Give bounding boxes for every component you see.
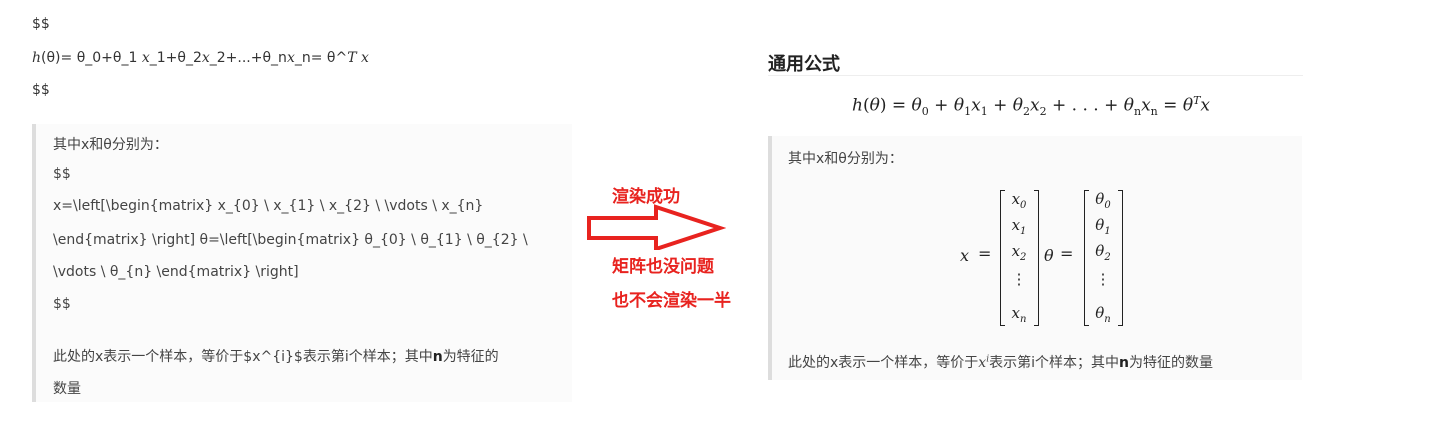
raw-quote-delim-close: $$ [53, 296, 71, 312]
raw-h-var: h [32, 50, 42, 66]
formula-theta: θ [911, 95, 922, 116]
raw-formula-seg: _n= θ^ [294, 50, 348, 66]
rendered-desc-text: 此处的x表示一个样本，等价于 [788, 355, 979, 371]
x-matrix-right-bracket [1034, 190, 1039, 326]
theta-matrix-entry: θn [1095, 304, 1111, 325]
raw-quote-intro: 其中x和θ分别为： [53, 137, 168, 153]
annotation-matrix-ok: 矩阵也没问题 [612, 257, 714, 277]
formula-plus: + [987, 95, 1013, 116]
theta-matrix-entry: θ1 [1095, 216, 1111, 237]
raw-markdown-pane: $$ h(θ)= θ_0+θ_1 x_1+θ_2x_2+...+θ_nx_n= … [0, 0, 575, 422]
raw-quote-delim-open: $$ [53, 166, 71, 182]
formula-sub: 2 [1039, 105, 1047, 119]
matrix-theta-label: θ [1044, 246, 1054, 265]
formula-x: x [1141, 95, 1151, 116]
formula-h: h [852, 95, 863, 116]
section-title: 通用公式 [768, 54, 840, 75]
raw-math-delimiter-close: $$ [32, 82, 50, 98]
raw-desc-text: 此处的x表示一个样本，等价于$x^{i}$表示第i个样本；其中 [53, 349, 433, 365]
theta-matrix-right-bracket [1118, 190, 1123, 326]
formula-plus: + [928, 95, 954, 116]
formula-sub: n [1133, 105, 1142, 119]
raw-x-var: x [141, 50, 150, 66]
raw-quote-latex-line-2: \end{matrix} \right] θ=\left[\begin{matr… [53, 232, 528, 248]
right-arrow-icon [587, 204, 726, 250]
raw-blockquote: 其中x和θ分别为： $$ x=\left[\begin{matrix} x_{0… [32, 124, 572, 402]
rendered-formula: h(θ) = θ0 + θ1x1 + θ2x2 + . . . + θnxn =… [852, 94, 1210, 118]
raw-desc-text: 为特征的 [442, 349, 499, 365]
annotation-overlay: 渲染成功 矩阵也没问题 也不会渲染一半 [586, 182, 756, 312]
raw-quote-latex-line-1: x=\left[\begin{matrix} x_{0} \ x_{1} \ x… [53, 198, 484, 214]
raw-x-var: x [201, 50, 210, 66]
rendered-desc-text: 表示第i个样本；其中 [989, 355, 1119, 371]
formula-dots: + . . . + [1046, 95, 1124, 116]
raw-x-var: x [286, 50, 295, 66]
annotation-no-half-render: 也不会渲染一半 [612, 291, 731, 311]
raw-quote-description: 此处的x表示一个样本，等价于$x^{i}$表示第i个样本；其中n为特征的 [53, 346, 499, 366]
x-matrix-column: x0 x1 x2 ⋮ xn [1004, 184, 1034, 330]
x-matrix-entry: ⋮ [1011, 270, 1027, 288]
raw-quote-latex-line-3: \vdots \ θ_{n} \end{matrix} \right] [53, 264, 299, 280]
raw-math-delimiter-open: $$ [32, 16, 50, 32]
raw-formula-seg: (θ)= θ_0+θ_1 [41, 50, 142, 66]
raw-t-var: T [347, 50, 357, 66]
matrix-eq-sign: = [1060, 244, 1074, 263]
matrix-x-label: x [960, 246, 970, 265]
theta-matrix-column: θ0 θ1 θ2 ⋮ θn [1088, 184, 1118, 330]
rendered-description: 此处的x表示一个样本，等价于xi表示第i个样本；其中n为特征的数量 [788, 352, 1213, 372]
x-matrix-entry: x0 [1011, 190, 1027, 211]
formula-theta: θ [1123, 95, 1134, 116]
formula-sub: n [1150, 105, 1158, 119]
raw-formula-seg: _2+...+θ_n [209, 50, 287, 66]
formula-eq: = [1157, 95, 1183, 116]
x-matrix-entry: xn [1011, 304, 1027, 325]
theta-matrix-entry: ⋮ [1095, 270, 1111, 288]
raw-formula-line: h(θ)= θ_0+θ_1 x_1+θ_2x_2+...+θ_nx_n= θ^T… [32, 50, 369, 66]
x-matrix-entry: x1 [1011, 216, 1027, 237]
formula-x: x [1200, 95, 1210, 116]
rendered-preview-pane: 通用公式 h(θ) = θ0 + θ1x1 + θ2x2 + . . . + θ… [760, 40, 1320, 400]
formula-x: x [971, 95, 981, 116]
formula-theta: θ [1012, 95, 1023, 116]
raw-desc-n: n [432, 349, 443, 365]
rendered-intro: 其中x和θ分别为： [788, 151, 903, 167]
formula-theta: θ [953, 95, 965, 116]
formula-x: x [1030, 95, 1040, 116]
formula-theta: θ [1182, 95, 1194, 116]
rendered-blockquote: 其中x和θ分别为： x = x0 x1 x2 ⋮ xn θ = θ0 θ1 θ2 ⋮ θn 此处… [768, 136, 1302, 380]
rendered-desc-n: n [1118, 355, 1129, 371]
rendered-matrix-equation: x = x0 x1 x2 ⋮ xn θ = θ0 θ1 θ2 ⋮ θn [960, 184, 1140, 334]
formula-paren-eq: ) = [879, 95, 912, 116]
formula-theta: θ [869, 95, 880, 116]
formula-paren: ( [862, 95, 870, 116]
raw-formula-seg: _1+θ_2 [149, 50, 202, 66]
formula-sub: 1 [980, 105, 988, 119]
theta-matrix-entry: θ0 [1095, 190, 1111, 211]
rendered-desc-text: 为特征的数量 [1128, 355, 1213, 371]
raw-x-var: x [361, 50, 369, 66]
raw-quote-description-cont: 数量 [53, 381, 81, 397]
title-divider [768, 75, 1303, 76]
matrix-eq-sign: = [978, 244, 992, 263]
formula-sub: 0 [921, 105, 929, 119]
formula-sub: 2 [1023, 105, 1030, 119]
theta-matrix-entry: θ2 [1095, 242, 1111, 263]
x-matrix-entry: x2 [1011, 242, 1027, 263]
